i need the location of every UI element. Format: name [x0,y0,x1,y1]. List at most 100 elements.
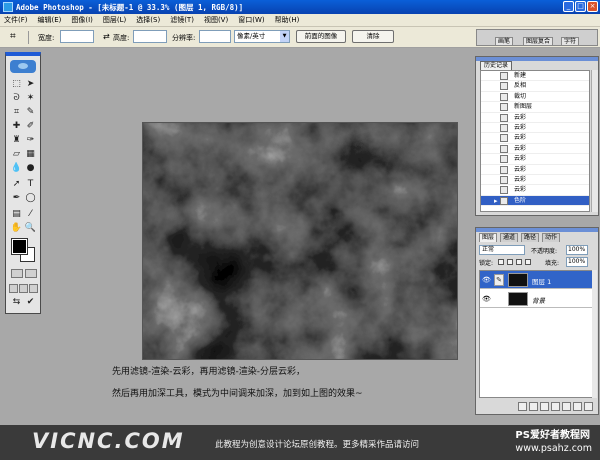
palette-well-brushes[interactable]: 画笔 [495,37,514,46]
menu-layer[interactable]: 图层(L) [103,15,126,25]
history-item[interactable]: 云彩 [481,144,589,155]
eraser-tool-icon[interactable]: ▱ [10,148,23,160]
history-item[interactable]: 新图层 [481,102,589,113]
delete-layer-icon[interactable] [584,402,593,411]
jump-to-imageready-icon[interactable]: ⇆ [10,296,23,308]
zoom-tool-icon[interactable]: 🔍 [24,222,37,234]
screen-mode-full-icon[interactable] [29,284,38,293]
foreground-color-swatch[interactable] [11,238,28,255]
path-selection-tool-icon[interactable]: ➚ [10,178,23,190]
type-tool-icon[interactable]: T [24,178,37,190]
new-layer-icon[interactable] [573,402,582,411]
history-scrollbar[interactable] [591,70,598,212]
history-brush-tool-icon[interactable]: ✑ [24,134,37,146]
tab-actions[interactable]: 动作 [542,233,561,242]
layer-row-background[interactable]: 👁 背景 [480,290,592,308]
history-item[interactable]: 云彩 [481,133,589,144]
history-item[interactable]: 云彩 [481,185,589,196]
menu-help[interactable]: 帮助(H) [275,15,300,25]
burn-tool-icon[interactable]: ● [24,162,37,174]
menu-file[interactable]: 文件(F) [4,15,28,25]
resolution-field[interactable] [199,30,231,43]
blend-mode-select[interactable]: 正常 [479,245,525,255]
tab-paths[interactable]: 路径 [521,233,540,242]
lock-transparency-icon[interactable] [498,259,504,265]
close-button[interactable]: × [587,1,598,12]
minimize-button[interactable]: _ [563,1,574,12]
crop-tool-icon[interactable]: ⌗ [10,31,24,43]
history-item[interactable]: 云彩 [481,154,589,165]
marquee-tool-icon[interactable]: ⬚ [10,78,23,90]
menu-edit[interactable]: 编辑(E) [38,15,62,25]
magic-wand-tool-icon[interactable]: ✶ [24,92,37,104]
layer-row-layer-1[interactable]: 👁 ✎ 图层 1 [480,271,592,289]
history-item[interactable]: 裁切 [481,92,589,103]
crop-tool-icon[interactable]: ⌗ [10,106,23,118]
history-item[interactable]: 云彩 [481,113,589,123]
layer-mask-icon[interactable] [540,402,549,411]
hand-tool-icon[interactable]: ✋ [10,222,23,234]
opacity-label: 不透明度: [531,248,558,255]
window-controls: _ □ × [563,1,598,12]
lock-position-icon[interactable] [516,259,522,265]
tab-layers[interactable]: 图层 [479,233,498,242]
move-tool-icon[interactable]: ➤ [24,78,37,90]
front-image-button[interactable]: 前面的图像 [296,30,346,43]
screen-mode-standard-icon[interactable] [9,284,18,293]
menu-image[interactable]: 图像(I) [71,15,93,25]
clone-stamp-tool-icon[interactable]: ♜ [10,134,23,146]
fill-field[interactable]: 100% [566,257,588,267]
pen-tool-icon[interactable]: ✒ [10,192,23,204]
layers-scrollbar[interactable] [592,270,597,398]
notes-tool-icon[interactable]: ▤ [10,208,23,220]
history-item[interactable]: 新建 [481,71,589,82]
tab-channels[interactable]: 通道 [500,233,519,242]
link-layers-icon[interactable] [518,402,527,411]
menu-select[interactable]: 选择(S) [136,15,160,25]
window-title: Adobe Photoshop - [未标题-1 @ 33.3% (图层 1, … [16,2,244,12]
clear-button[interactable]: 清除 [352,30,394,43]
opacity-field[interactable]: 100% [566,245,588,255]
eye-icon[interactable]: 👁 [482,276,491,284]
menu-filter[interactable]: 滤镜(T) [170,15,194,25]
screen-mode-menubar-icon[interactable] [19,284,28,293]
blur-tool-icon[interactable]: 💧 [10,162,23,174]
history-item[interactable]: 云彩 [481,165,589,175]
lasso-tool-icon[interactable]: ᘐ [10,92,23,104]
slice-tool-icon[interactable]: ✎ [24,106,37,118]
gradient-tool-icon[interactable]: ▦ [24,148,37,160]
palette-well-character[interactable]: 字符 [561,37,580,46]
history-item[interactable]: 反相 [481,81,589,92]
maximize-button[interactable]: □ [575,1,586,12]
imageready-icon[interactable]: ✔ [24,296,37,308]
resolution-unit-select[interactable]: 像素/英寸 ▼ [234,30,290,43]
width-field[interactable] [60,30,94,43]
adjustment-layer-icon[interactable] [551,402,560,411]
tab-history[interactable]: 历史记录 [480,61,513,70]
layers-list: 👁 ✎ 图层 1 👁 背景 [479,270,593,398]
height-field[interactable] [133,30,167,43]
layers-panel-header[interactable] [476,228,598,232]
quick-mask-mode-icon[interactable] [25,269,37,278]
lock-image-icon[interactable] [507,259,513,265]
history-item[interactable]: 云彩 [481,175,589,186]
document-canvas[interactable] [142,122,458,360]
menu-window[interactable]: 窗口(W) [238,15,264,25]
eye-icon[interactable]: 👁 [482,295,491,303]
new-group-icon[interactable] [562,402,571,411]
menu-view[interactable]: 视图(V) [204,15,228,25]
history-item[interactable]: 云彩 [481,123,589,134]
standard-mode-icon[interactable] [11,269,23,278]
palette-well-layer-comps[interactable]: 图层复合 [523,37,554,46]
history-item-selected[interactable]: ▸ 色阶 [481,195,589,207]
lock-all-icon[interactable] [525,259,531,265]
eyedropper-tool-icon[interactable]: ⁄ [24,208,37,220]
swap-dimensions-icon[interactable]: ⇄ [103,32,110,41]
layer-style-icon[interactable] [529,402,538,411]
photoshop-logo-icon[interactable] [10,60,36,73]
healing-brush-tool-icon[interactable]: ✚ [10,120,23,132]
site-name: PS爱好者教程网 [515,430,590,441]
shape-tool-icon[interactable]: ◯ [24,192,37,204]
history-state-icon [500,134,508,143]
brush-tool-icon[interactable]: ✐ [24,120,37,132]
